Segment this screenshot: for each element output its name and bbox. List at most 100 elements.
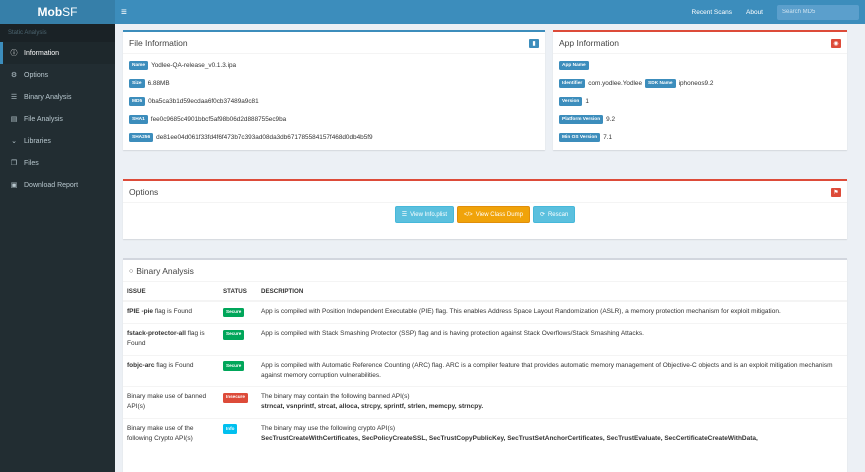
logo-sf: SF xyxy=(62,5,78,19)
sidebar-item-download-report[interactable]: ▣ Download Report xyxy=(0,174,115,196)
rescan-button[interactable]: ⟳ Rescan xyxy=(532,206,576,223)
min-os-version-label: Min OS Version xyxy=(559,133,601,142)
table-row: Binary make use of the following Crypto … xyxy=(123,417,847,450)
binary-analysis-title: Binary Analysis xyxy=(136,266,194,276)
platform-version-label: Platform Version xyxy=(559,115,604,124)
top-navbar: ≡ Recent Scans About xyxy=(115,0,865,24)
view-class-dump-button[interactable]: </> View Class Dump xyxy=(457,206,530,223)
issue-cell: Binary make use of the following Crypto … xyxy=(123,417,219,450)
file-info-value: de81ee04d061f33fd4f6f473b7c393ad08da3db6… xyxy=(156,134,373,141)
sidebar-item-label: Information xyxy=(24,49,60,57)
bookmark-icon[interactable]: ⚑ xyxy=(831,187,841,197)
file-info-row: MD5 0ba5ca3b1d59ecdaa6f0cb37489a9c81 xyxy=(129,97,545,106)
col-status-header: STATUS xyxy=(219,282,257,302)
recent-scans-link[interactable]: Recent Scans xyxy=(692,9,732,16)
issue-cell: Binary make use of banned API(s) xyxy=(123,386,219,419)
description-text: App is compiled with Automatic Reference… xyxy=(261,361,833,379)
binary-analysis-rows: fPIE -pie flag is Found Secure App is comp… xyxy=(123,300,847,450)
about-link[interactable]: About xyxy=(746,9,763,16)
description-cell: App is compiled with Stack Smashing Prot… xyxy=(257,323,847,356)
file-info-label: Size xyxy=(129,79,145,88)
sdk-name-value: iphoneos9.2 xyxy=(678,80,714,87)
issue-flag: fstack-protector-all xyxy=(127,330,186,338)
issue-text: Binary make use of banned API(s) xyxy=(127,393,207,411)
table-row: Binary make use of banned API(s) Insecure… xyxy=(123,386,847,419)
file-info-row: SHA256 de81ee04d061f33fd4f6f473b7c393ad08… xyxy=(129,133,545,142)
options-title: Options xyxy=(129,187,159,197)
description-text: The binary may contain the following ban… xyxy=(261,393,410,401)
status-cell: Insecure xyxy=(219,386,257,419)
status-badge: Info xyxy=(223,424,238,435)
top-nav-links: Recent Scans About xyxy=(692,4,859,20)
description-cell: App is compiled with Position Independen… xyxy=(257,300,847,324)
sidebar-section-header: Static Analysis xyxy=(0,24,115,42)
status-cell: Secure xyxy=(219,300,257,324)
sidebar-item-binary-analysis[interactable]: ☰ Binary Analysis xyxy=(0,86,115,108)
sidebar-item-files[interactable]: ❐ Files xyxy=(0,152,115,174)
sidebar: Mob SF Static Analysis ⓘ Information ⚙ Optio… xyxy=(0,0,115,472)
file-info-value: fee0c9685c4901bbcf5af98b06d2d888755ec9ba xyxy=(150,116,287,123)
table-row: fPIE -pie flag is Found Secure App is comp… xyxy=(123,300,847,324)
file-icon: ▤ xyxy=(10,116,18,123)
mobsf-app: Mob SF Static Analysis ⓘ Information ⚙ Optio… xyxy=(0,0,865,472)
sidebar-item-label: Download Report xyxy=(24,181,79,189)
description-text: The binary may use the following crypto … xyxy=(261,424,396,432)
sidebar-item-label: Options xyxy=(24,71,49,79)
sidebar-item-label: Binary Analysis xyxy=(24,93,72,101)
chevron-down-icon: ⌄ xyxy=(11,138,17,145)
description-cell: App is compiled with Automatic Reference… xyxy=(257,354,847,387)
table-row: fobjc-arc flag is Found Secure App is comp… xyxy=(123,354,847,387)
identifier-label: Identifier xyxy=(559,79,586,88)
sidebar-item-file-analysis[interactable]: ▤ File Analysis xyxy=(0,108,115,130)
files-icon: ❐ xyxy=(10,160,18,167)
issue-cell: fstack-protector-all flag is Found xyxy=(123,323,219,356)
sidebar-item-options[interactable]: ⚙ Options xyxy=(0,64,115,86)
file-info-value: 6.88MB xyxy=(147,80,170,87)
sdk-name-label: SDK Name xyxy=(645,79,676,88)
binary-icon: ○ xyxy=(129,267,134,275)
status-badge: Insecure xyxy=(223,392,248,403)
logo[interactable]: Mob SF xyxy=(0,0,115,24)
issue-text: flag is Found xyxy=(153,308,193,315)
logo-mob: Mob xyxy=(37,5,63,19)
description-text: App is compiled with Position Independen… xyxy=(261,308,781,315)
status-cell: Secure xyxy=(219,354,257,387)
file-icon[interactable]: ▮ xyxy=(529,38,539,48)
status-badge: Secure xyxy=(223,307,245,318)
col-description-header: DESCRIPTION xyxy=(257,282,847,302)
view-class-dump-label: View Class Dump xyxy=(475,211,523,218)
issue-cell: fPIE -pie flag is Found xyxy=(123,300,219,324)
min-os-version-row: Min OS Version 7.1 xyxy=(559,133,847,142)
binary-icon: ☰ xyxy=(10,94,18,101)
sidebar-item-label: File Analysis xyxy=(24,115,63,123)
refresh-icon: ⟳ xyxy=(539,212,545,218)
api-list: strncat, vsnprintf, strcat, alloca, strc… xyxy=(261,403,484,411)
min-os-version-value: 7.1 xyxy=(603,134,613,141)
options-buttons: ☰ View Info.plist </> View Class Dump ⟳ Res… xyxy=(123,203,847,223)
binary-analysis-box: ○ Binary Analysis ISSUE STATUS DESCRIPTI… xyxy=(123,258,847,472)
col-issue-header: ISSUE xyxy=(123,282,219,302)
download-icon: ▣ xyxy=(10,182,18,189)
search-md5-input[interactable] xyxy=(777,4,859,20)
issue-flag: fobjc-arc xyxy=(127,361,155,369)
app-store-icon[interactable]: ◉ xyxy=(831,38,841,48)
platform-version-row: Platform Version 9.2 xyxy=(559,115,847,124)
file-info-row: Name Yodlee-QA-release_v0.1.3.ipa xyxy=(129,61,545,70)
cogs-icon: ⚙ xyxy=(10,72,18,79)
sidebar-toggle-icon[interactable]: ≡ xyxy=(121,7,127,18)
sidebar-item-label: Files xyxy=(24,159,39,167)
sidebar-item-information[interactable]: ⓘ Information xyxy=(0,42,115,64)
file-information-title: File Information xyxy=(129,38,188,48)
status-cell: Info xyxy=(219,417,257,450)
version-label: Version xyxy=(559,97,583,106)
issue-cell: fobjc-arc flag is Found xyxy=(123,354,219,387)
app-name-row: App Name xyxy=(559,61,847,70)
file-info-label: Name xyxy=(129,61,149,70)
sidebar-item-libraries[interactable]: ⌄ Libraries xyxy=(0,130,115,152)
version-row: Version 1 xyxy=(559,97,847,106)
main-content: File Information ▮ Name Yodlee-QA-release… xyxy=(115,24,865,472)
view-info-plist-button[interactable]: ☰ View Info.plist xyxy=(394,206,454,223)
code-icon: </> xyxy=(464,211,473,218)
table-row: fstack-protector-all flag is Found Secure… xyxy=(123,323,847,356)
table-header-row: ISSUE STATUS DESCRIPTION xyxy=(123,282,847,302)
